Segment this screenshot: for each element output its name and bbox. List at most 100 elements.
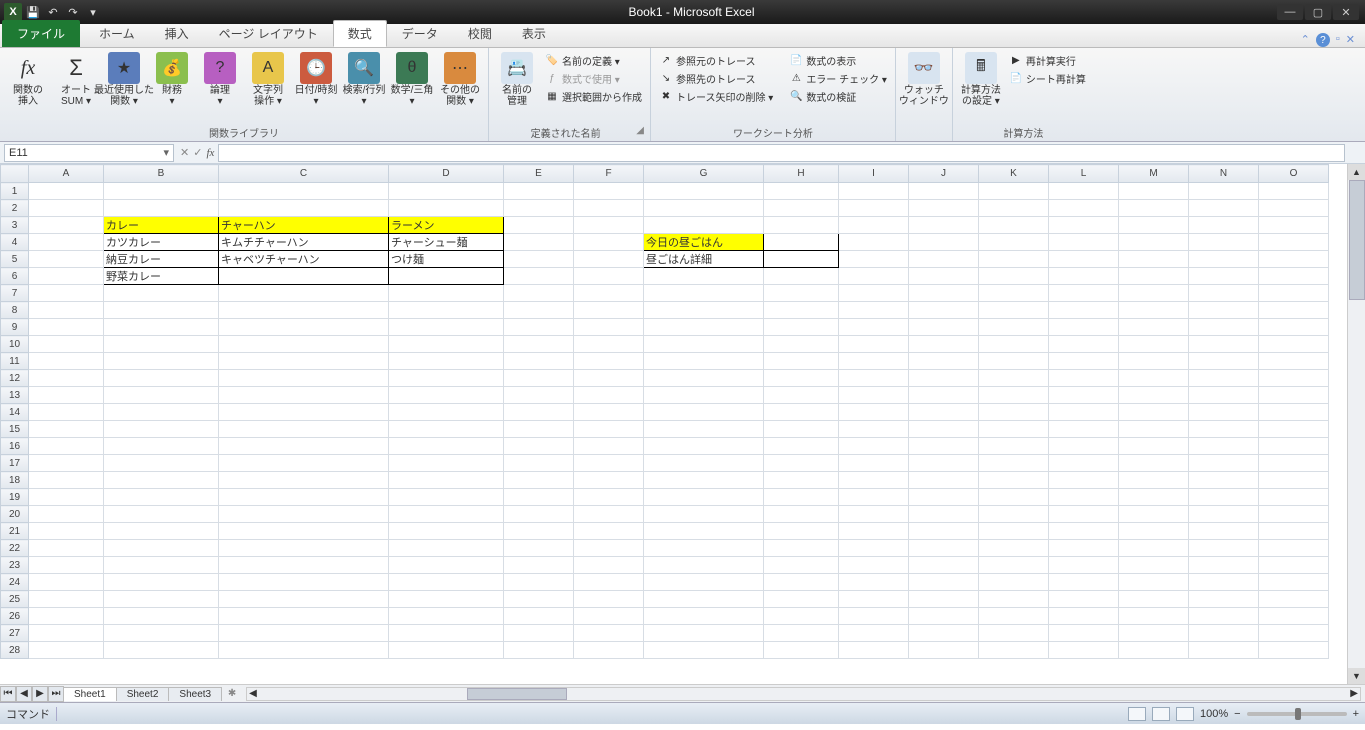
cell-J19[interactable]	[909, 489, 979, 506]
cell-L26[interactable]	[1049, 608, 1119, 625]
cell-H21[interactable]	[764, 523, 839, 540]
col-header-J[interactable]: J	[909, 165, 979, 183]
cell-I25[interactable]	[839, 591, 909, 608]
horizontal-scrollbar[interactable]: ◀▶	[246, 687, 1361, 701]
cell-N21[interactable]	[1189, 523, 1259, 540]
cell-J1[interactable]	[909, 183, 979, 200]
cell-I20[interactable]	[839, 506, 909, 523]
cell-K14[interactable]	[979, 404, 1049, 421]
cell-K17[interactable]	[979, 455, 1049, 472]
cell-C26[interactable]	[219, 608, 389, 625]
cell-I16[interactable]	[839, 438, 909, 455]
cell-M10[interactable]	[1119, 336, 1189, 353]
window-close-icon[interactable]: ✕	[1346, 33, 1355, 47]
cell-K16[interactable]	[979, 438, 1049, 455]
cell-D5[interactable]: つけ麺	[389, 251, 504, 268]
cell-N6[interactable]	[1189, 268, 1259, 285]
cell-D24[interactable]	[389, 574, 504, 591]
cell-B5[interactable]: 納豆カレー	[104, 251, 219, 268]
cell-D2[interactable]	[389, 200, 504, 217]
view-page-break-button[interactable]	[1176, 707, 1194, 721]
cell-D15[interactable]	[389, 421, 504, 438]
cell-G20[interactable]	[644, 506, 764, 523]
cell-D20[interactable]	[389, 506, 504, 523]
cell-H14[interactable]	[764, 404, 839, 421]
cell-I28[interactable]	[839, 642, 909, 659]
financial-button[interactable]: 💰財務 ▾	[150, 50, 194, 109]
cell-C24[interactable]	[219, 574, 389, 591]
cell-L14[interactable]	[1049, 404, 1119, 421]
cell-G21[interactable]	[644, 523, 764, 540]
cell-M28[interactable]	[1119, 642, 1189, 659]
cell-B13[interactable]	[104, 387, 219, 404]
cell-E7[interactable]	[504, 285, 574, 302]
cell-L9[interactable]	[1049, 319, 1119, 336]
row-header-2[interactable]: 2	[1, 200, 29, 217]
undo-icon[interactable]: ↶	[44, 3, 62, 21]
cell-C19[interactable]	[219, 489, 389, 506]
col-header-A[interactable]: A	[29, 165, 104, 183]
sheet-nav-first-icon[interactable]: ⏮	[0, 686, 16, 702]
show-formulas-button[interactable]: 📄数式の表示	[787, 52, 889, 69]
tab-review[interactable]: 校閲	[453, 20, 507, 47]
cell-A1[interactable]	[29, 183, 104, 200]
cell-A14[interactable]	[29, 404, 104, 421]
cell-E10[interactable]	[504, 336, 574, 353]
cell-L8[interactable]	[1049, 302, 1119, 319]
cell-O15[interactable]	[1259, 421, 1329, 438]
cell-M22[interactable]	[1119, 540, 1189, 557]
cell-C9[interactable]	[219, 319, 389, 336]
cell-O18[interactable]	[1259, 472, 1329, 489]
cell-B27[interactable]	[104, 625, 219, 642]
tab-data[interactable]: データ	[387, 20, 453, 47]
cell-A9[interactable]	[29, 319, 104, 336]
cell-A3[interactable]	[29, 217, 104, 234]
cell-N25[interactable]	[1189, 591, 1259, 608]
row-header-7[interactable]: 7	[1, 285, 29, 302]
cell-C23[interactable]	[219, 557, 389, 574]
logical-button[interactable]: ?論理 ▾	[198, 50, 242, 109]
cell-O6[interactable]	[1259, 268, 1329, 285]
cell-K10[interactable]	[979, 336, 1049, 353]
trace-dependents-button[interactable]: ↘参照先のトレース	[657, 70, 775, 87]
cell-E5[interactable]	[504, 251, 574, 268]
cell-L17[interactable]	[1049, 455, 1119, 472]
row-header-14[interactable]: 14	[1, 404, 29, 421]
tab-insert[interactable]: 挿入	[150, 20, 204, 47]
cell-O20[interactable]	[1259, 506, 1329, 523]
cell-K28[interactable]	[979, 642, 1049, 659]
cell-O17[interactable]	[1259, 455, 1329, 472]
cell-O3[interactable]	[1259, 217, 1329, 234]
cell-L10[interactable]	[1049, 336, 1119, 353]
cell-A19[interactable]	[29, 489, 104, 506]
cell-O13[interactable]	[1259, 387, 1329, 404]
cell-H22[interactable]	[764, 540, 839, 557]
cell-N12[interactable]	[1189, 370, 1259, 387]
cell-J20[interactable]	[909, 506, 979, 523]
cell-B26[interactable]	[104, 608, 219, 625]
cell-L13[interactable]	[1049, 387, 1119, 404]
col-header-K[interactable]: K	[979, 165, 1049, 183]
zoom-in-button[interactable]: +	[1353, 708, 1359, 720]
cell-D19[interactable]	[389, 489, 504, 506]
cell-A26[interactable]	[29, 608, 104, 625]
cell-F19[interactable]	[574, 489, 644, 506]
cell-B28[interactable]	[104, 642, 219, 659]
close-button[interactable]: ✕	[1333, 4, 1359, 20]
enter-icon[interactable]: ✓	[193, 146, 202, 159]
cell-F13[interactable]	[574, 387, 644, 404]
cell-L7[interactable]	[1049, 285, 1119, 302]
cell-F11[interactable]	[574, 353, 644, 370]
cell-K19[interactable]	[979, 489, 1049, 506]
cell-I11[interactable]	[839, 353, 909, 370]
cell-J8[interactable]	[909, 302, 979, 319]
cell-L20[interactable]	[1049, 506, 1119, 523]
lookup-button[interactable]: 🔍検索/行列 ▾	[342, 50, 386, 109]
cell-A17[interactable]	[29, 455, 104, 472]
cell-F18[interactable]	[574, 472, 644, 489]
cell-J27[interactable]	[909, 625, 979, 642]
cell-I24[interactable]	[839, 574, 909, 591]
cell-F3[interactable]	[574, 217, 644, 234]
col-header-C[interactable]: C	[219, 165, 389, 183]
cell-L28[interactable]	[1049, 642, 1119, 659]
